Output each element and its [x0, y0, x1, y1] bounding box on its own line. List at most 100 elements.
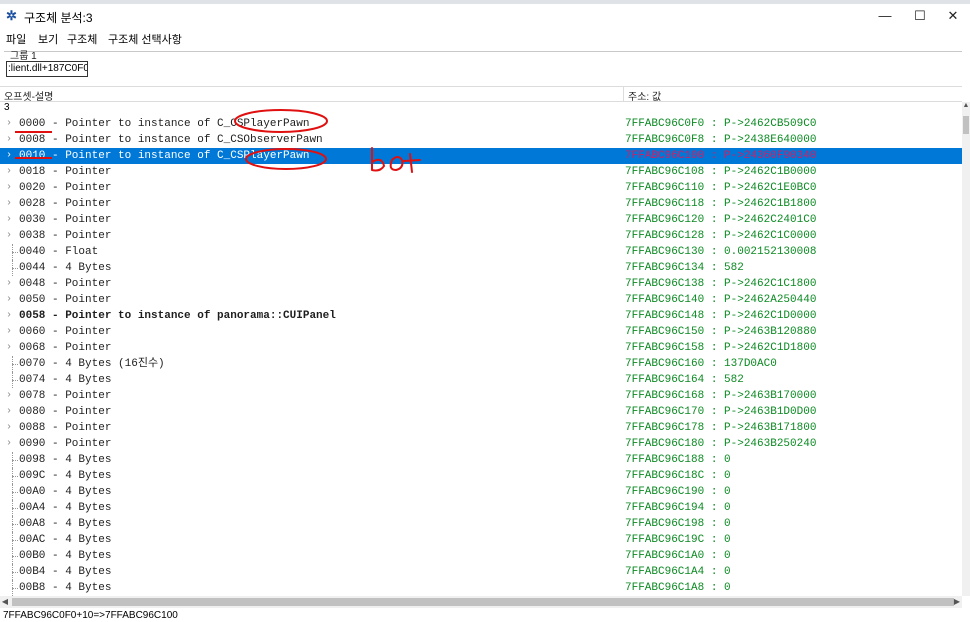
- table-row[interactable]: › 0020 - Pointer 7FFABC96C110 : P->2462C1E…: [0, 180, 962, 196]
- expand-icon[interactable]: ›: [6, 388, 16, 404]
- row-address-value: 7FFABC96C158 : P->2462C1D1800: [625, 342, 817, 354]
- table-row[interactable]: 00B0 - 4 Bytes 7FFABC96C1A0 : 0: [0, 548, 962, 564]
- table-row[interactable]: 00A8 - 4 Bytes 7FFABC96C198 : 0: [0, 516, 962, 532]
- table-row[interactable]: › 0060 - Pointer 7FFABC96C150 : P->2463B12…: [0, 324, 962, 340]
- table-row[interactable]: › 0038 - Pointer 7FFABC96C128 : P->2462C1C…: [0, 228, 962, 244]
- header-address-value[interactable]: 주소: 값: [628, 88, 661, 103]
- menu-file[interactable]: 파일: [6, 31, 26, 47]
- expand-icon[interactable]: ›: [6, 276, 16, 292]
- table-row[interactable]: › 0058 - Pointer to instance of panorama:…: [0, 308, 962, 324]
- expand-icon[interactable]: ›: [6, 116, 16, 132]
- expand-icon[interactable]: ›: [6, 180, 16, 196]
- maximize-button[interactable]: ☐: [905, 6, 935, 26]
- row-address-value: 7FFABC96C100 : P->24360F90340: [625, 150, 817, 162]
- tree-line-icon: [10, 356, 18, 372]
- vertical-scrollbar[interactable]: ▲: [962, 102, 970, 596]
- menu-structure[interactable]: 구조체: [67, 31, 97, 47]
- tree-line-icon: [10, 372, 18, 388]
- tree-line-icon: [10, 452, 18, 468]
- table-row[interactable]: 0070 - 4 Bytes (16진수) 7FFABC96C160 : 137D…: [0, 356, 962, 372]
- table-row[interactable]: › 0068 - Pointer 7FFABC96C158 : P->2462C1D…: [0, 340, 962, 356]
- expand-icon[interactable]: ›: [6, 228, 16, 244]
- row-address-value: 7FFABC96C188 : 0: [625, 454, 731, 466]
- row-address-value: 7FFABC96C168 : P->2463B170000: [625, 390, 817, 402]
- address-input[interactable]: :lient.dll+187C0F0: [6, 61, 88, 77]
- expand-icon[interactable]: ›: [6, 164, 16, 180]
- expand-icon[interactable]: ›: [6, 212, 16, 228]
- horizontal-scroll-thumb[interactable]: [12, 598, 954, 606]
- expand-icon[interactable]: ›: [6, 292, 16, 308]
- expand-icon[interactable]: ›: [6, 196, 16, 212]
- expand-icon[interactable]: ›: [6, 340, 16, 356]
- header-offset-description[interactable]: 오프셋-설명: [4, 88, 53, 103]
- horizontal-scrollbar[interactable]: ◀ ▶: [0, 596, 962, 608]
- table-row[interactable]: › 0030 - Pointer 7FFABC96C120 : P->2462C24…: [0, 212, 962, 228]
- tree-line-icon: [10, 500, 18, 516]
- table-row[interactable]: › 0010 - Pointer to instance of C_CSPlaye…: [0, 148, 962, 164]
- table-row[interactable]: › 0048 - Pointer 7FFABC96C138 : P->2462C1C…: [0, 276, 962, 292]
- row-offset-description: 0080 - Pointer: [19, 406, 112, 418]
- row-address-value: 7FFABC96C0F0 : P->2462CB509C0: [625, 118, 817, 130]
- expand-icon[interactable]: ›: [6, 420, 16, 436]
- expand-icon[interactable]: ›: [6, 148, 16, 164]
- table-row[interactable]: › 0050 - Pointer 7FFABC96C140 : P->2462A25…: [0, 292, 962, 308]
- row-offset-description: 0098 - 4 Bytes: [19, 454, 112, 466]
- table-row[interactable]: › 0090 - Pointer 7FFABC96C180 : P->2463B25…: [0, 436, 962, 452]
- scroll-right-icon[interactable]: ▶: [952, 596, 962, 608]
- row-offset-description: 0030 - Pointer: [19, 214, 112, 226]
- row-offset-description: 0020 - Pointer: [19, 182, 112, 194]
- row-offset-description: 00B8 - 4 Bytes: [19, 582, 112, 594]
- row-offset-description: 00A4 - 4 Bytes: [19, 502, 112, 514]
- row-offset-description: 009C - 4 Bytes: [19, 470, 112, 482]
- row-offset-description: 0008 - Pointer to instance of C_CSObserv…: [19, 134, 323, 146]
- row-offset-description: 0090 - Pointer: [19, 438, 112, 450]
- close-button[interactable]: ✕: [938, 6, 968, 26]
- menu-view[interactable]: 보기: [38, 31, 58, 47]
- row-offset-description: 00B0 - 4 Bytes: [19, 550, 112, 562]
- table-row[interactable]: 0044 - 4 Bytes 7FFABC96C134 : 582: [0, 260, 962, 276]
- row-offset-description: 0058 - Pointer to instance of panorama::…: [19, 310, 336, 322]
- menu-structure-options[interactable]: 구조체 선택사항: [108, 31, 182, 47]
- expand-icon[interactable]: ›: [6, 132, 16, 148]
- table-row[interactable]: › 0080 - Pointer 7FFABC96C170 : P->2463B1D…: [0, 404, 962, 420]
- table-row[interactable]: › 0028 - Pointer 7FFABC96C118 : P->2462C1B…: [0, 196, 962, 212]
- table-row[interactable]: › 0018 - Pointer 7FFABC96C108 : P->2462C1B…: [0, 164, 962, 180]
- table-row[interactable]: 00B4 - 4 Bytes 7FFABC96C1A4 : 0: [0, 564, 962, 580]
- table-row[interactable]: 00A0 - 4 Bytes 7FFABC96C190 : 0: [0, 484, 962, 500]
- table-row[interactable]: 009C - 4 Bytes 7FFABC96C18C : 0: [0, 468, 962, 484]
- minimize-button[interactable]: —: [870, 6, 900, 26]
- tree-line-icon: [10, 244, 18, 260]
- table-row[interactable]: 00AC - 4 Bytes 7FFABC96C19C : 0: [0, 532, 962, 548]
- scroll-up-icon[interactable]: ▲: [962, 102, 970, 112]
- table-row[interactable]: › 0088 - Pointer 7FFABC96C178 : P->2463B17…: [0, 420, 962, 436]
- expand-icon[interactable]: ›: [6, 436, 16, 452]
- row-offset-description: 0018 - Pointer: [19, 166, 112, 178]
- table-row[interactable]: 0098 - 4 Bytes 7FFABC96C188 : 0: [0, 452, 962, 468]
- row-address-value: 7FFABC96C108 : P->2462C1B0000: [625, 166, 817, 178]
- title-bar[interactable]: ✲ 구조체 분석:3 — ☐ ✕: [0, 4, 970, 28]
- row-offset-description: 0010 - Pointer to instance of C_CSPlayer…: [19, 150, 310, 162]
- expand-icon[interactable]: ›: [6, 324, 16, 340]
- expand-icon[interactable]: ›: [6, 308, 16, 324]
- row-address-value: 7FFABC96C140 : P->2462A250440: [625, 294, 817, 306]
- table-row[interactable]: 00A4 - 4 Bytes 7FFABC96C194 : 0: [0, 500, 962, 516]
- vertical-scroll-thumb[interactable]: [963, 116, 969, 134]
- row-offset-description: 00B4 - 4 Bytes: [19, 566, 112, 578]
- tree-line-icon: [10, 548, 18, 564]
- row-address-value: 7FFABC96C178 : P->2463B171800: [625, 422, 817, 434]
- table-row[interactable]: 00B8 - 4 Bytes 7FFABC96C1A8 : 0: [0, 580, 962, 596]
- tree-line-icon: [10, 516, 18, 532]
- element-count: 3: [4, 102, 10, 113]
- table-row[interactable]: 0074 - 4 Bytes 7FFABC96C164 : 582: [0, 372, 962, 388]
- tree-line-icon: [10, 484, 18, 500]
- table-row[interactable]: › 0078 - Pointer 7FFABC96C168 : P->2463B17…: [0, 388, 962, 404]
- header-separator[interactable]: [623, 87, 624, 101]
- expand-icon[interactable]: ›: [6, 404, 16, 420]
- table-row[interactable]: 0040 - Float 7FFABC96C130 : 0.00215213000…: [0, 244, 962, 260]
- row-address-value: 7FFABC96C120 : P->2462C2401C0: [625, 214, 817, 226]
- table-row[interactable]: › 0000 - Pointer to instance of C_CSPlaye…: [0, 116, 962, 132]
- scroll-left-icon[interactable]: ◀: [0, 596, 10, 608]
- table-row[interactable]: › 0008 - Pointer to instance of C_CSObser…: [0, 132, 962, 148]
- menu-bar: 파일 보기 구조체 구조체 선택사항: [0, 30, 970, 46]
- row-address-value: 7FFABC96C118 : P->2462C1B1800: [625, 198, 817, 210]
